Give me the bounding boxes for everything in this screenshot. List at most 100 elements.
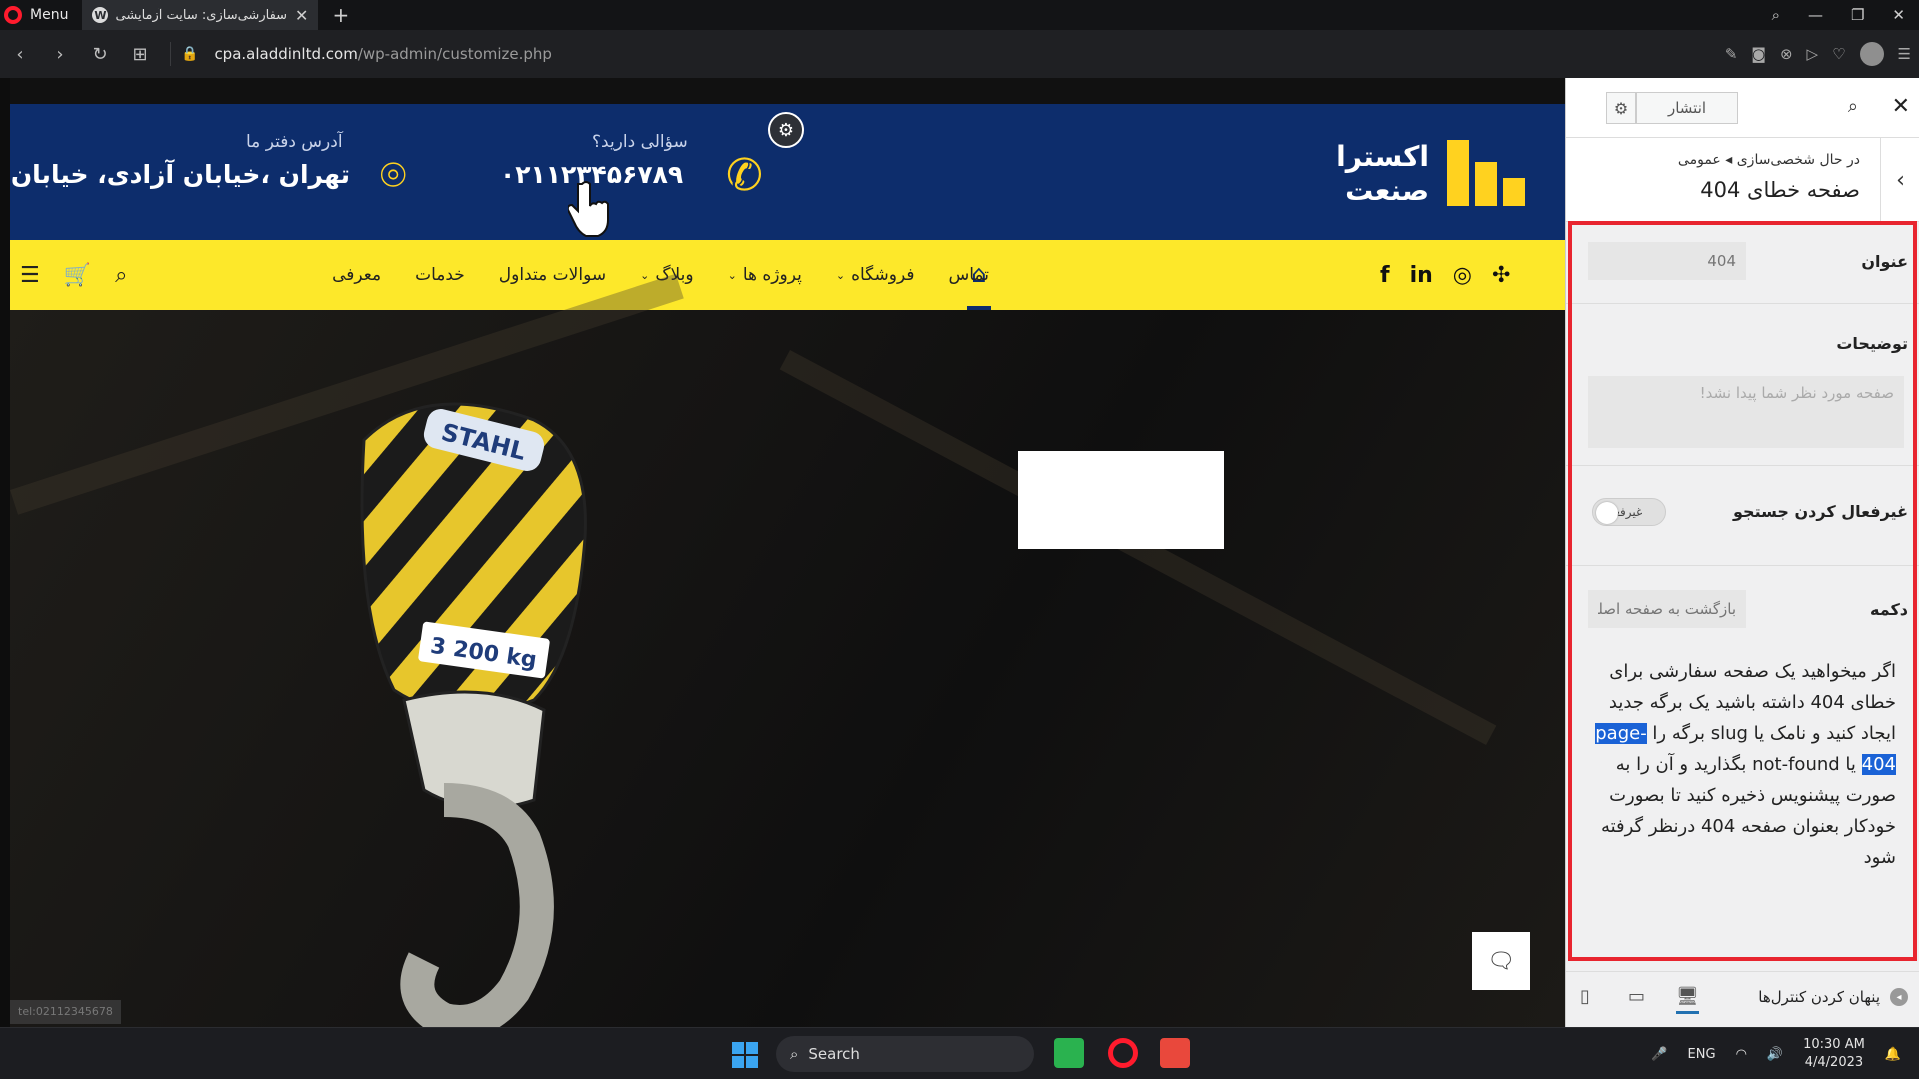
notification-icon[interactable]: 🔔 [1885,1047,1901,1062]
volume-icon[interactable]: 🔊 [1767,1047,1783,1062]
toggle-state: غیرفعال [1601,505,1643,519]
heart-icon[interactable]: ♡ [1832,45,1845,63]
lock-icon: 🔒 [181,46,199,62]
site-preview: اکسترا صنعت ⚙ ✆ سؤالی دارید؟ ۰۲۱۱۲۳۴۵۶۷۸… [10,78,1565,1027]
opera-menu-button[interactable]: Menu [0,0,82,30]
publish-settings-gear-icon[interactable]: ⚙ [1606,92,1636,124]
browser-tab[interactable]: ✕ سفارشی‌سازی: سایت آزمایشی علاءالدین W [82,0,319,30]
nav-item-shop[interactable]: فروشگاه ⌄ [836,265,915,285]
help-text-after: یا not-found بگذارید و آن را به صورت پیش… [1600,754,1896,868]
camera-icon[interactable]: ◙ [1751,45,1766,63]
close-window-icon[interactable]: ✕ [1892,6,1905,24]
url-host: cpa.aladdinltd.com [214,45,358,63]
title-label: عنوان [1861,252,1908,271]
mobile-preview-icon[interactable]: ▯ [1580,986,1590,1007]
browser-tab-bar: Menu ✕ سفارشی‌سازی: سایت آزمایشی علاءالد… [0,0,1919,30]
social-links: f in ◎ ✣ [1380,240,1510,310]
white-placeholder-block [1018,451,1224,549]
nav-item-faq[interactable]: سوالات متداول [499,265,606,285]
disable-search-toggle[interactable]: غیرفعال [1592,498,1666,526]
hamburger-menu-icon[interactable]: ☰ [20,263,40,288]
edit-shortcut-gear-icon[interactable]: ⚙ [768,112,804,148]
taskbar-search-label: Search [808,1045,860,1063]
site-search-icon[interactable]: ⌕ [115,263,127,288]
language-indicator[interactable]: ENG [1688,1047,1716,1062]
nav-item-projects[interactable]: پروژه ها ⌄ [728,265,802,285]
nav-label: فروشگاه [851,265,915,285]
hero-image: STAHL 3 200 kg 🗨 [10,273,1565,1027]
back-chevron-icon[interactable]: › [1880,138,1919,222]
taskbar-search[interactable]: ⌕ Search [776,1036,1034,1072]
disable-search-control: غیرفعال کردن جستجو غیرفعال [1566,466,1919,566]
browser-search-icon[interactable]: ⌕ [1772,6,1780,24]
site-logo-text[interactable]: اکسترا صنعت [1336,140,1429,208]
windows-start-icon[interactable] [732,1042,758,1068]
title-input[interactable] [1588,242,1746,280]
restore-icon[interactable]: ❐ [1851,6,1864,24]
button-text-input[interactable] [1588,590,1746,628]
block-icon[interactable]: ⊗ [1780,45,1793,63]
section-header: › در حال شخصی‌سازی ◂ عمومی صفحه خطای 404 [1566,138,1919,222]
opera-taskbar-icon[interactable] [1108,1038,1138,1068]
screen: Menu ✕ سفارشی‌سازی: سایت آزمایشی علاءالد… [0,0,1919,1079]
window-controls: ⌕ — ❐ ✕ [1772,0,1919,30]
nav-item-contact[interactable]: تماس [949,265,990,285]
microphone-icon[interactable]: 🎤 [1651,1047,1667,1062]
nav-label: پروژه ها [742,265,802,285]
breadcrumb-prefix: در حال شخصی‌سازی [1736,152,1860,168]
crane-hoist-image: STAHL 3 200 kg [360,402,587,1027]
nav-label: سوالات متداول [498,265,607,285]
opera-logo-icon [4,6,22,24]
back-icon[interactable]: ‹ [0,44,40,65]
publish-button[interactable]: انتشار [1636,92,1738,124]
customizer-sidebar: ✕ ⌕ انتشار ⚙ › در حال شخصی‌سازی ◂ عمومی … [1565,78,1919,1027]
url-field[interactable]: cpa.aladdinltd.com/wp-admin/customize.ph… [214,45,552,63]
description-textarea[interactable]: صفحه مورد نظر شما پیدا نشد! [1588,376,1904,448]
description-control: توضیحات صفحه مورد نظر شما پیدا نشد! [1566,304,1919,466]
new-tab-button[interactable]: + [318,3,363,27]
xbox-icon[interactable]: ✣ [1492,263,1510,288]
wordpress-icon: W [92,7,109,23]
collapse-arrow-icon: ◂ [1890,988,1908,1006]
close-tab-icon[interactable]: ✕ [295,6,308,25]
chevron-down-icon: ⌄ [640,268,650,282]
forward-icon[interactable]: › [40,44,80,65]
clock[interactable]: 10:30 AM 4/4/2023 [1803,1036,1865,1072]
menu-label: Menu [30,7,69,23]
chevron-down-icon: ⌄ [727,268,737,282]
tab-title: سفارشی‌سازی: سایت آزمایشی علاءالدین [116,7,288,23]
clock-time: 10:30 AM [1803,1037,1865,1052]
cart-icon[interactable]: 🛒 [64,263,91,288]
recorder-app-icon[interactable] [1160,1038,1190,1068]
wifi-icon[interactable]: ◠ [1736,1047,1747,1062]
tablet-preview-icon[interactable]: ▭ [1628,986,1645,1007]
nav-item-services[interactable]: خدمات [415,265,465,285]
hide-controls-label: پنهان کردن کنترل‌ها [1758,988,1880,1006]
close-customizer-icon[interactable]: ✕ [1892,94,1910,119]
description-label: توضیحات [1836,334,1908,353]
hide-controls-button[interactable]: ◂ پنهان کردن کنترل‌ها [1758,988,1908,1006]
nav-item-about[interactable]: معرفی [332,265,381,285]
desktop-preview-icon[interactable]: 🖥 [1676,986,1699,1014]
easy-setup-icon[interactable]: ☰ [1898,45,1911,63]
facebook-icon[interactable]: f [1380,263,1390,288]
speed-dial-icon[interactable]: ⊞ [120,44,160,65]
location-pin-icon: ⌾ [380,150,407,201]
linkedin-icon[interactable]: in [1410,263,1433,288]
customizer-search-icon[interactable]: ⌕ [1848,96,1858,117]
chat-icon[interactable]: 🗨 [1472,932,1530,990]
edit-icon[interactable]: ✎ [1725,45,1738,63]
send-icon[interactable]: ▷ [1807,45,1819,63]
nav-label: معرفی [332,265,382,285]
clock-date: 4/4/2023 [1804,1055,1864,1070]
reload-icon[interactable]: ↻ [80,44,120,65]
divider [170,42,171,66]
minimize-icon[interactable]: — [1808,6,1823,24]
address-value: تهران ،خیابان آزادی، خیابان بهبودی [10,160,350,189]
camtasia-green-app-icon[interactable] [1054,1038,1084,1068]
button-label: دکمه [1870,600,1908,619]
taskbar-search-icon: ⌕ [790,1045,799,1063]
instagram-icon[interactable]: ◎ [1453,263,1472,288]
profile-avatar[interactable] [1859,42,1884,66]
logo-mark-icon [1447,140,1531,206]
